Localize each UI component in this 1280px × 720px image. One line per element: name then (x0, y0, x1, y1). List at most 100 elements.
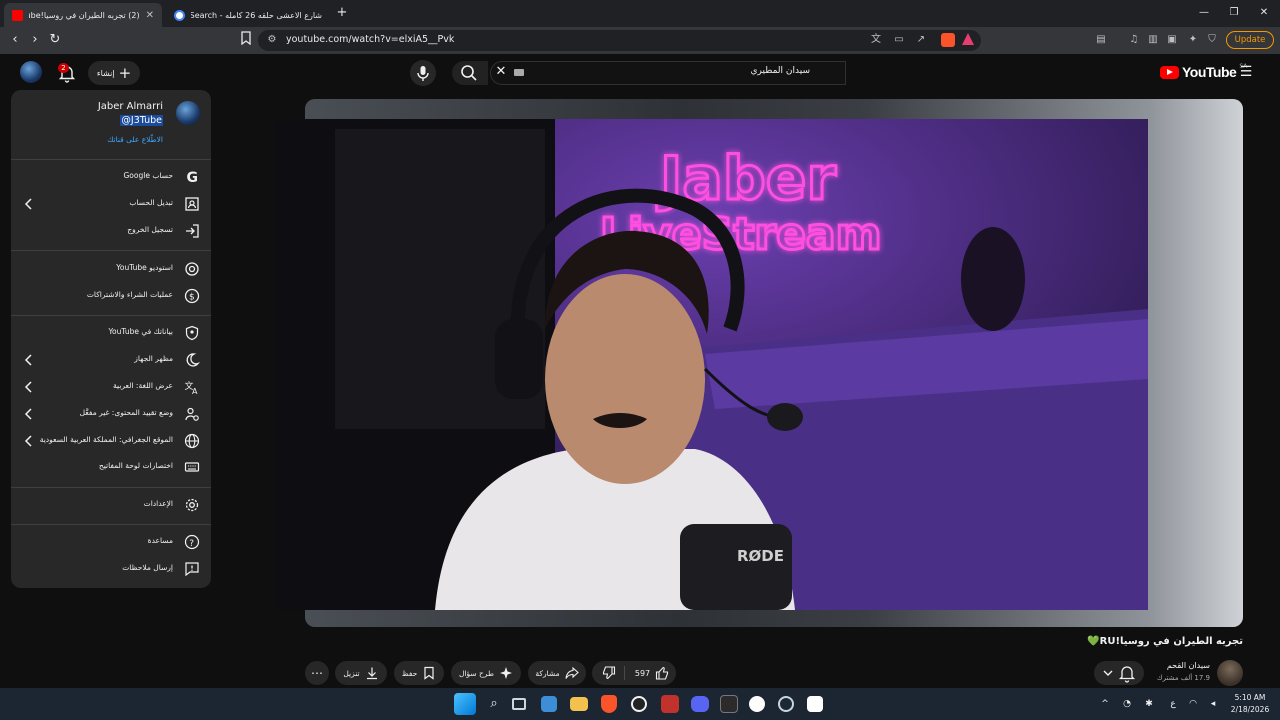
minimize-icon[interactable]: — (1194, 4, 1214, 22)
restore-icon[interactable]: ❐ (1224, 4, 1244, 22)
menu-item-location[interactable]: الموقع الجغرافي: المملكة العربية السعودي… (11, 428, 211, 454)
share-page-icon[interactable]: ↗ (913, 32, 929, 48)
youtube-logo[interactable]: YouTube SA (1160, 63, 1247, 80)
menu-avatar (176, 101, 200, 125)
cast-icon[interactable]: ▭ (891, 32, 907, 48)
back-icon[interactable]: ‹ (6, 31, 24, 49)
menu-item-label: تبديل الحساب (129, 198, 173, 207)
browser-tab-google[interactable]: شارع الاعشى حلقه 26 كامله - Google Searc… (166, 3, 330, 27)
view-channel-link[interactable]: الاطّلاع على قناتك (40, 135, 163, 144)
network-app-tray-icon[interactable]: ◔ (1120, 697, 1134, 711)
translate-page-icon[interactable]: 文 (868, 32, 884, 48)
save-button[interactable]: حفظ (394, 661, 444, 685)
volume-icon[interactable]: ◂ (1206, 697, 1220, 711)
input-language[interactable]: ع (1166, 697, 1180, 711)
start-menu-icon[interactable] (454, 693, 476, 715)
translate-icon: 文A (185, 380, 199, 395)
keyboard-input-icon[interactable] (514, 69, 524, 76)
menu-item-label: مساعدة (147, 536, 173, 545)
menu-item-settings[interactable]: الإعدادات (11, 492, 211, 518)
menu-divider (11, 250, 211, 251)
menu-item-feedback[interactable]: إرسال ملاحظات (11, 556, 211, 582)
reading-list-icon[interactable]: ▥ (1145, 32, 1161, 48)
create-label: إنشاء (96, 68, 115, 78)
forward-icon[interactable]: › (26, 31, 44, 49)
menu-divider (11, 487, 211, 488)
file-explorer-icon[interactable] (570, 697, 588, 711)
menu-item-purchases[interactable]: عمليات الشراء والاشتراكات $ (11, 283, 211, 309)
wifi-icon[interactable]: ◠ (1186, 697, 1200, 711)
task-view-icon[interactable] (512, 698, 526, 710)
new-tab-button[interactable]: + (335, 5, 349, 21)
save-label: حفظ (401, 668, 418, 678)
search-input-value[interactable]: سيدان المطيري (530, 66, 810, 76)
create-button[interactable]: + إنشاء (88, 61, 140, 85)
taskbar-search-icon[interactable]: ⌕ (483, 693, 505, 715)
clear-search-icon[interactable]: ✕ (494, 64, 508, 80)
media-icon[interactable]: ♫ (1126, 32, 1142, 48)
like-divider (624, 666, 625, 680)
voice-search-button[interactable] (410, 60, 436, 86)
menu-item-label: إرسال ملاحظات (122, 563, 173, 572)
close-window-icon[interactable]: ✕ (1254, 4, 1274, 22)
app-icon-1[interactable] (631, 696, 647, 712)
menu-item-restricted-mode[interactable]: وضع تقييد المحتوى: غير مفعَّل (11, 401, 211, 427)
ask-button[interactable]: طرح سؤال (451, 661, 521, 685)
brave-rewards-icon[interactable] (962, 33, 974, 45)
svg-text:?: ? (189, 539, 194, 549)
account-avatar-button[interactable] (20, 61, 42, 83)
menu-item-google-account[interactable]: حساب Google G (11, 164, 211, 190)
update-button[interactable]: Update (1226, 31, 1274, 49)
share-button[interactable]: مشاركة (528, 661, 586, 685)
menu-item-keyboard-shortcuts[interactable]: اختصارات لوحة المفاتيح (11, 454, 211, 480)
plus-icon: + (118, 63, 132, 82)
more-actions-button[interactable]: ⋯ (305, 661, 329, 685)
rode-app-icon[interactable] (720, 695, 738, 713)
capcut-icon[interactable] (807, 696, 823, 712)
download-icon (366, 667, 377, 680)
menu-item-sign-out[interactable]: تسجيل الخروج (11, 218, 211, 244)
menu-item-help[interactable]: مساعدة ? (11, 529, 211, 555)
steam-icon[interactable] (778, 696, 794, 712)
widgets-icon[interactable] (541, 696, 557, 712)
app-icon-2[interactable] (661, 695, 679, 713)
download-button[interactable]: تنزيل (335, 661, 387, 685)
subscription-bell-button[interactable] (1094, 661, 1144, 685)
sparkle-icon (500, 667, 513, 679)
reload-icon[interactable]: ↻ (46, 31, 64, 49)
leo-ai-icon[interactable]: ✦ (1185, 32, 1201, 48)
menu-item-appearance[interactable]: مظهر الجهاز (11, 347, 211, 373)
url-text[interactable]: youtube.com/watch?v=elxiA5__Pvk (286, 34, 454, 45)
brave-browser-icon[interactable] (601, 695, 617, 713)
dislike-button[interactable] (595, 661, 623, 685)
vpn-shield-icon[interactable]: ⛉ (1204, 32, 1220, 48)
guide-menu-icon[interactable]: ☰ (1238, 64, 1254, 80)
search-icon (461, 65, 477, 81)
discord-icon[interactable] (691, 696, 709, 712)
show-hidden-icons-icon[interactable]: ^ (1098, 697, 1112, 711)
bookmark-icon[interactable] (237, 31, 255, 49)
browser-tab-youtube[interactable]: (2) تجربه الطيران في روسيا!RU - YouTube … (4, 3, 162, 27)
taskbar-clock[interactable]: 5:10 AM 2/18/2026 (1228, 692, 1272, 716)
menu-item-switch-account[interactable]: تبديل الحساب (11, 191, 211, 217)
like-button[interactable]: 597 (628, 661, 676, 685)
close-tab-icon[interactable]: ✕ (146, 10, 154, 21)
menu-item-youtube-studio[interactable]: استوديو YouTube (11, 256, 211, 282)
wallet-icon[interactable]: ▣ (1164, 32, 1180, 48)
menu-item-your-data[interactable]: بياناتك في YouTube (11, 320, 211, 346)
media-player-icon[interactable] (749, 696, 765, 712)
bluetooth-tray-icon[interactable]: ✱ (1142, 697, 1156, 711)
video-frame[interactable]: Jaber LiveStream RØDE (275, 119, 1148, 610)
globe-icon (184, 433, 200, 449)
moon-icon (186, 353, 200, 367)
site-settings-icon[interactable]: ⚙ (264, 32, 280, 48)
shield-person-icon (185, 325, 199, 341)
menu-item-language[interactable]: عرض اللغة: العربية 文A (11, 374, 211, 400)
chevron-left-icon (24, 435, 32, 447)
svg-text:$: $ (189, 293, 195, 303)
sidebar-panel-icon[interactable]: ▤ (1093, 32, 1109, 48)
brave-shields-icon[interactable] (941, 33, 955, 47)
switch-account-icon (185, 197, 199, 211)
keyboard-icon (184, 462, 200, 472)
channel-avatar[interactable] (1217, 660, 1243, 686)
